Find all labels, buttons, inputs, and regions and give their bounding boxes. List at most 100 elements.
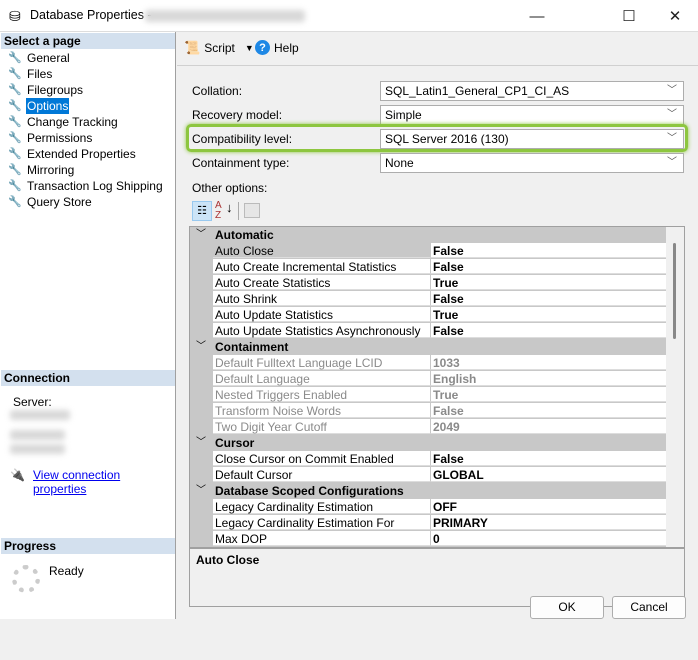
wrench-icon: 🔧 xyxy=(8,148,22,160)
sidebar-item-mirroring[interactable]: 🔧 Mirroring xyxy=(8,162,75,178)
property-row[interactable]: Nested Triggers Enabled True xyxy=(190,387,666,403)
property-row[interactable]: Close Cursor on Commit Enabled False xyxy=(190,451,666,467)
minimize-button[interactable]: — xyxy=(514,0,560,32)
select-page-header: Select a page xyxy=(1,33,175,49)
chevron-down-icon[interactable]: ﹀ xyxy=(196,227,206,243)
options-page: 📜 Script ▼ ? Help Collation: SQL_Latin1_… xyxy=(177,32,698,619)
wrench-icon: 🔧 xyxy=(8,196,22,208)
property-value[interactable]: PRIMARY xyxy=(430,515,666,530)
property-value[interactable]: False xyxy=(430,451,666,466)
property-value[interactable]: False xyxy=(430,323,666,338)
property-row[interactable]: Legacy Cardinality Estimation OFF xyxy=(190,499,666,515)
property-row[interactable]: Auto Close False xyxy=(190,243,666,259)
grid-scrollbar[interactable] xyxy=(666,227,684,547)
property-value[interactable]: OFF xyxy=(430,499,666,514)
category-containment[interactable]: ﹀ Containment xyxy=(190,339,666,355)
progress-status: Ready xyxy=(49,564,84,578)
compatibility-level-dropdown[interactable]: SQL Server 2016 (130) ﹀ xyxy=(380,129,684,149)
containment-type-label: Containment type: xyxy=(192,156,290,170)
property-row[interactable]: Default Language English xyxy=(190,371,666,387)
property-row[interactable]: Auto Update Statistics Asynchronously Fal… xyxy=(190,323,666,339)
categorized-view-icon[interactable]: ☷ xyxy=(192,201,212,221)
property-name: Auto Update Statistics Asynchronously xyxy=(213,323,430,338)
property-value[interactable]: 2049 xyxy=(430,419,666,434)
scrollbar-thumb[interactable] xyxy=(673,243,676,339)
compatibility-level-label: Compatibility level: xyxy=(192,132,293,146)
property-row[interactable]: Auto Create Incremental Statistics False xyxy=(190,259,666,275)
sidebar-item-query-store[interactable]: 🔧 Query Store xyxy=(8,194,93,210)
chevron-down-icon[interactable]: ﹀ xyxy=(196,339,206,355)
property-value[interactable]: English xyxy=(430,371,666,386)
property-row[interactable]: Legacy Cardinality Estimation For Second… xyxy=(190,515,666,546)
category-cursor[interactable]: ﹀ Cursor xyxy=(190,435,666,451)
property-row[interactable]: Auto Shrink False xyxy=(190,291,666,307)
wrench-icon: 🔧 xyxy=(8,84,22,96)
property-value[interactable]: True xyxy=(430,387,666,402)
sidebar-item-label: Change Tracking xyxy=(27,115,118,129)
chevron-down-icon[interactable]: ﹀ xyxy=(196,435,206,451)
category-label: Cursor xyxy=(215,436,255,450)
category-database-scoped-configurations[interactable]: ﹀ Database Scoped Configurations xyxy=(190,483,666,499)
property-row[interactable]: Auto Update Statistics True xyxy=(190,307,666,323)
property-value[interactable]: False xyxy=(430,259,666,274)
sidebar-item-change-tracking[interactable]: 🔧 Change Tracking xyxy=(8,114,119,130)
description-panel: Auto Close xyxy=(189,548,685,607)
alphabetical-sort-icon[interactable]: A Z ↓ xyxy=(215,201,235,221)
chevron-down-icon[interactable]: ﹀ xyxy=(196,483,206,499)
property-row[interactable]: Two Digit Year Cutoff 2049 xyxy=(190,419,666,435)
sidebar-item-filegroups[interactable]: 🔧 Filegroups xyxy=(8,82,84,98)
property-value[interactable]: True xyxy=(430,275,666,290)
other-options-label: Other options: xyxy=(192,181,268,195)
sidebar-item-files[interactable]: 🔧 Files xyxy=(8,66,53,82)
property-value[interactable]: 1033 xyxy=(430,355,666,370)
compatibility-level-value: SQL Server 2016 (130) xyxy=(385,132,509,146)
help-button[interactable]: ? Help xyxy=(255,40,299,55)
view-connection-properties-link[interactable]: View connection properties xyxy=(33,468,175,496)
maximize-button[interactable]: ☐ xyxy=(606,0,652,32)
toolbar-separator xyxy=(238,202,239,220)
window-title: Database Properties - xyxy=(30,8,152,22)
property-grid[interactable]: ﹀ Automatic Auto Close False Auto Create Inc… xyxy=(189,226,685,548)
recovery-model-dropdown[interactable]: Simple ﹀ xyxy=(380,105,684,125)
cancel-button[interactable]: Cancel xyxy=(612,596,686,619)
property-name: Auto Update Statistics xyxy=(213,307,430,322)
property-name: Auto Shrink xyxy=(213,291,430,306)
collation-dropdown[interactable]: SQL_Latin1_General_CP1_CI_AS ﹀ xyxy=(380,81,684,101)
connection-plug-icon: 🔌 xyxy=(10,468,25,482)
property-row[interactable]: Auto Create Statistics True xyxy=(190,275,666,291)
close-button[interactable]: ✕ xyxy=(652,0,698,32)
property-row[interactable]: Max DOP 0 xyxy=(190,531,666,547)
toolbar: 📜 Script ▼ ? Help xyxy=(177,32,698,66)
sidebar-item-label: Permissions xyxy=(27,131,93,145)
wrench-icon: 🔧 xyxy=(8,180,22,192)
sidebar-item-extended-properties[interactable]: 🔧 Extended Properties xyxy=(8,146,137,162)
sidebar-item-transaction-log-shipping[interactable]: 🔧 Transaction Log Shipping xyxy=(8,178,164,194)
property-value[interactable]: True xyxy=(430,307,666,322)
property-row[interactable]: Default Cursor GLOBAL xyxy=(190,467,666,483)
property-value[interactable]: False xyxy=(430,243,666,258)
wrench-icon: 🔧 xyxy=(8,116,22,128)
wrench-icon: 🔧 xyxy=(8,52,22,64)
sidebar-item-options[interactable]: 🔧 Options xyxy=(8,98,70,114)
sidebar-item-permissions[interactable]: 🔧 Permissions xyxy=(8,130,93,146)
script-button[interactable]: 📜 Script ▼ xyxy=(184,40,254,56)
property-row[interactable]: Transform Noise Words False xyxy=(190,403,666,419)
category-automatic[interactable]: ﹀ Automatic xyxy=(190,227,666,243)
category-label: Database Scoped Configurations xyxy=(215,484,404,498)
property-name: Two Digit Year Cutoff xyxy=(213,419,430,434)
property-value[interactable]: False xyxy=(430,403,666,418)
database-icon: ⛁ xyxy=(9,8,21,24)
property-value[interactable]: False xyxy=(430,291,666,306)
property-name: Default Fulltext Language LCID xyxy=(213,355,430,370)
collation-label: Collation: xyxy=(192,84,243,98)
property-row[interactable]: Default Fulltext Language LCID 1033 xyxy=(190,355,666,371)
sidebar-item-general[interactable]: 🔧 General xyxy=(8,50,71,66)
property-value[interactable]: 0 xyxy=(430,531,666,546)
ok-button[interactable]: OK xyxy=(530,596,604,619)
chevron-down-icon: ﹀ xyxy=(667,109,677,120)
dropdown-arrow-icon[interactable]: ▼ xyxy=(245,43,254,53)
chevron-down-icon: ﹀ xyxy=(667,85,677,96)
containment-type-dropdown[interactable]: None ﹀ xyxy=(380,153,684,173)
property-value[interactable]: GLOBAL xyxy=(430,467,666,482)
property-name: Max DOP xyxy=(213,531,430,546)
